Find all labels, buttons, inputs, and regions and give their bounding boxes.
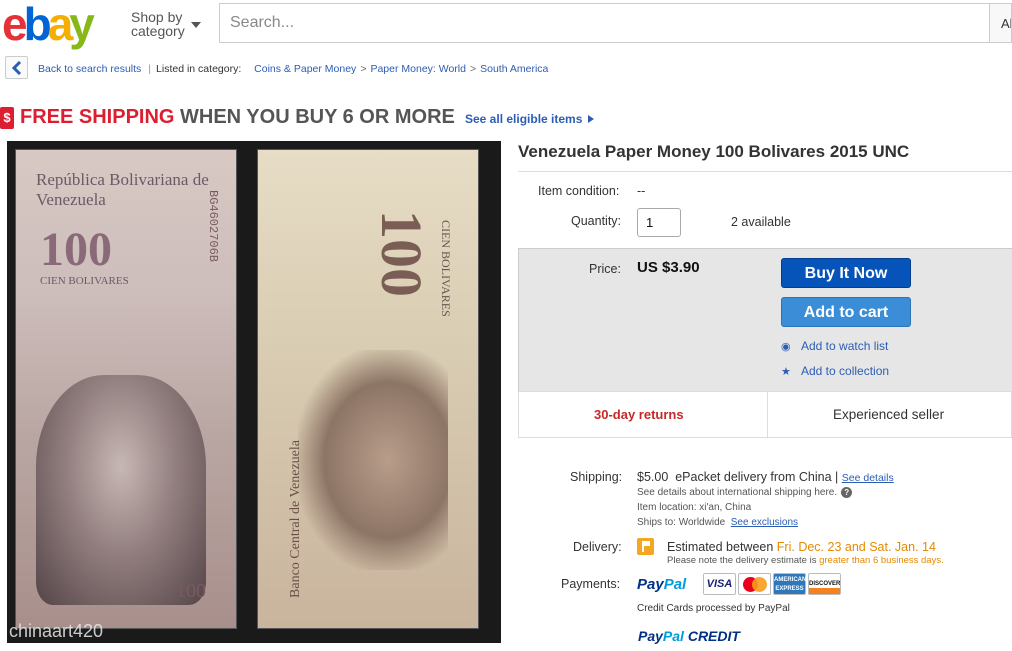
- shipping-method: ePacket delivery from China |: [675, 470, 839, 484]
- note-front-denomination: 100: [40, 223, 112, 276]
- note-serial: BG4602706B: [206, 190, 220, 263]
- ships-to: Ships to: Worldwide See exclusions: [637, 517, 798, 528]
- help-icon[interactable]: ?: [841, 487, 853, 498]
- breadcrumb-item-coins[interactable]: Coins & Paper Money: [254, 63, 356, 75]
- chevron-left-icon: [11, 61, 22, 75]
- listed-in-label: Listed in category:: [156, 63, 242, 75]
- see-exclusions-link[interactable]: See exclusions: [731, 517, 798, 528]
- features-divider: [767, 391, 768, 438]
- add-to-watch-list-link[interactable]: ◉ Add to watch list: [781, 339, 888, 353]
- back-button[interactable]: [5, 56, 28, 79]
- delivery-note-text: Please note the delivery estimate is: [667, 555, 817, 566]
- delivery-note: Please note the delivery estimate is gre…: [667, 555, 944, 566]
- banknote-back: 100 CIEN BOLIVARES Banco Central de Vene…: [257, 149, 479, 629]
- item-title: Venezuela Paper Money 100 Bolivares 2015…: [518, 142, 910, 161]
- note-back-words: CIEN BOLIVARES: [439, 220, 453, 317]
- amex-logo: AMERICAN EXPRESS: [773, 573, 806, 595]
- condition-label: Item condition:: [538, 184, 620, 198]
- visa-logo: VISA: [703, 573, 736, 595]
- delivery-label: Delivery:: [573, 540, 622, 554]
- breadcrumb-item-south-america[interactable]: South America: [480, 63, 548, 75]
- paypal-logo: PayPal: [637, 576, 687, 593]
- paypal-credit-logo: PayPal CREDIT: [638, 628, 740, 644]
- promo-free-shipping: FREE SHIPPING: [20, 106, 175, 128]
- portrait-image: [36, 375, 206, 605]
- discover-logo: DISCOVER: [808, 573, 841, 595]
- payments-label: Payments:: [561, 577, 621, 591]
- credit-cards-processed: Credit Cards processed by PayPal: [637, 603, 790, 614]
- ships-to-text: Ships to: Worldwide: [637, 517, 726, 528]
- see-eligible-items-link[interactable]: See all eligible items: [465, 112, 582, 126]
- eye-icon: ◉: [781, 341, 791, 353]
- delivery-estimate: Estimated between Fri. Dec. 23 and Sat. …: [667, 540, 936, 554]
- delivery-prefix: Estimated between: [667, 540, 774, 554]
- mastercard-logo: [738, 573, 771, 595]
- back-to-search-link[interactable]: Back to search results: [38, 63, 141, 75]
- note-front-text: República Bolivariana de Venezuela: [36, 170, 209, 209]
- logo-letter-y: y: [69, 0, 95, 50]
- item-photo[interactable]: República Bolivariana de Venezuela 100 C…: [7, 141, 501, 643]
- chevron-down-icon[interactable]: [191, 22, 201, 28]
- available-count: 2 available: [731, 215, 791, 229]
- intl-shipping-text: See details about international shipping…: [637, 487, 838, 499]
- breadcrumb: Back to search results | Listed in categor…: [38, 63, 549, 75]
- price-label: Price:: [589, 262, 621, 276]
- returns-badge: 30-day returns: [594, 407, 684, 422]
- delivery-note-highlight: greater than 6 business days.: [819, 555, 944, 566]
- star-icon: ★: [781, 366, 791, 378]
- shipping-label: Shipping:: [570, 470, 623, 484]
- note-front-words: CIEN BOLIVARES: [40, 275, 129, 287]
- seller-badge: Experienced seller: [833, 407, 945, 422]
- item-location: Item location: xi'an, China: [637, 502, 752, 513]
- watch-list-label: Add to watch list: [801, 339, 889, 353]
- see-details-link[interactable]: See details: [842, 472, 894, 484]
- note-back-denomination: 100: [369, 210, 434, 297]
- item-price: US $3.90: [637, 259, 700, 276]
- ebay-logo[interactable]: ebay: [2, 0, 120, 50]
- shop-by-line2: category: [131, 23, 185, 39]
- banknote-front: República Bolivariana de Venezuela 100 C…: [15, 149, 237, 629]
- search-input[interactable]: Search...: [219, 3, 990, 43]
- logo-letter-a: a: [47, 0, 74, 50]
- play-arrow-icon: [588, 115, 594, 123]
- shipping-info: $5.00 ePacket delivery from China | See …: [637, 470, 894, 484]
- buy-it-now-button[interactable]: Buy It Now: [781, 258, 911, 288]
- logo-letter-b: b: [23, 0, 52, 50]
- delivery-flag-icon: [637, 538, 654, 555]
- delivery-range: Fri. Dec. 23 and Sat. Jan. 14: [776, 540, 936, 554]
- add-to-collection-link[interactable]: ★ Add to collection: [781, 364, 889, 378]
- quantity-input[interactable]: 1: [637, 208, 681, 237]
- collection-label: Add to collection: [801, 364, 890, 378]
- dollar-tag-icon: $: [0, 107, 14, 129]
- category-select[interactable]: Al: [990, 3, 1012, 43]
- condition-value: --: [637, 184, 646, 198]
- shipping-price: $5.00: [637, 470, 669, 484]
- logo-letter-e: e: [2, 0, 28, 50]
- add-to-cart-button[interactable]: Add to cart: [781, 297, 911, 327]
- bird-illustration: [298, 350, 448, 570]
- title-divider: [518, 171, 1012, 172]
- intl-shipping-note: See details about international shipping…: [637, 487, 853, 499]
- shop-by-line1: Shop by: [131, 9, 183, 25]
- quantity-label: Quantity:: [571, 214, 622, 228]
- note-back-bank: Banco Central de Venezuela: [288, 440, 303, 598]
- promo-condition: WHEN YOU BUY 6 OR MORE: [180, 106, 455, 128]
- photo-watermark: chinaart420: [9, 621, 104, 641]
- breadcrumb-item-world[interactable]: Paper Money: World: [370, 63, 466, 75]
- shop-by-category[interactable]: Shop by category: [131, 10, 185, 38]
- note-front-denomination-small: 100: [176, 580, 206, 602]
